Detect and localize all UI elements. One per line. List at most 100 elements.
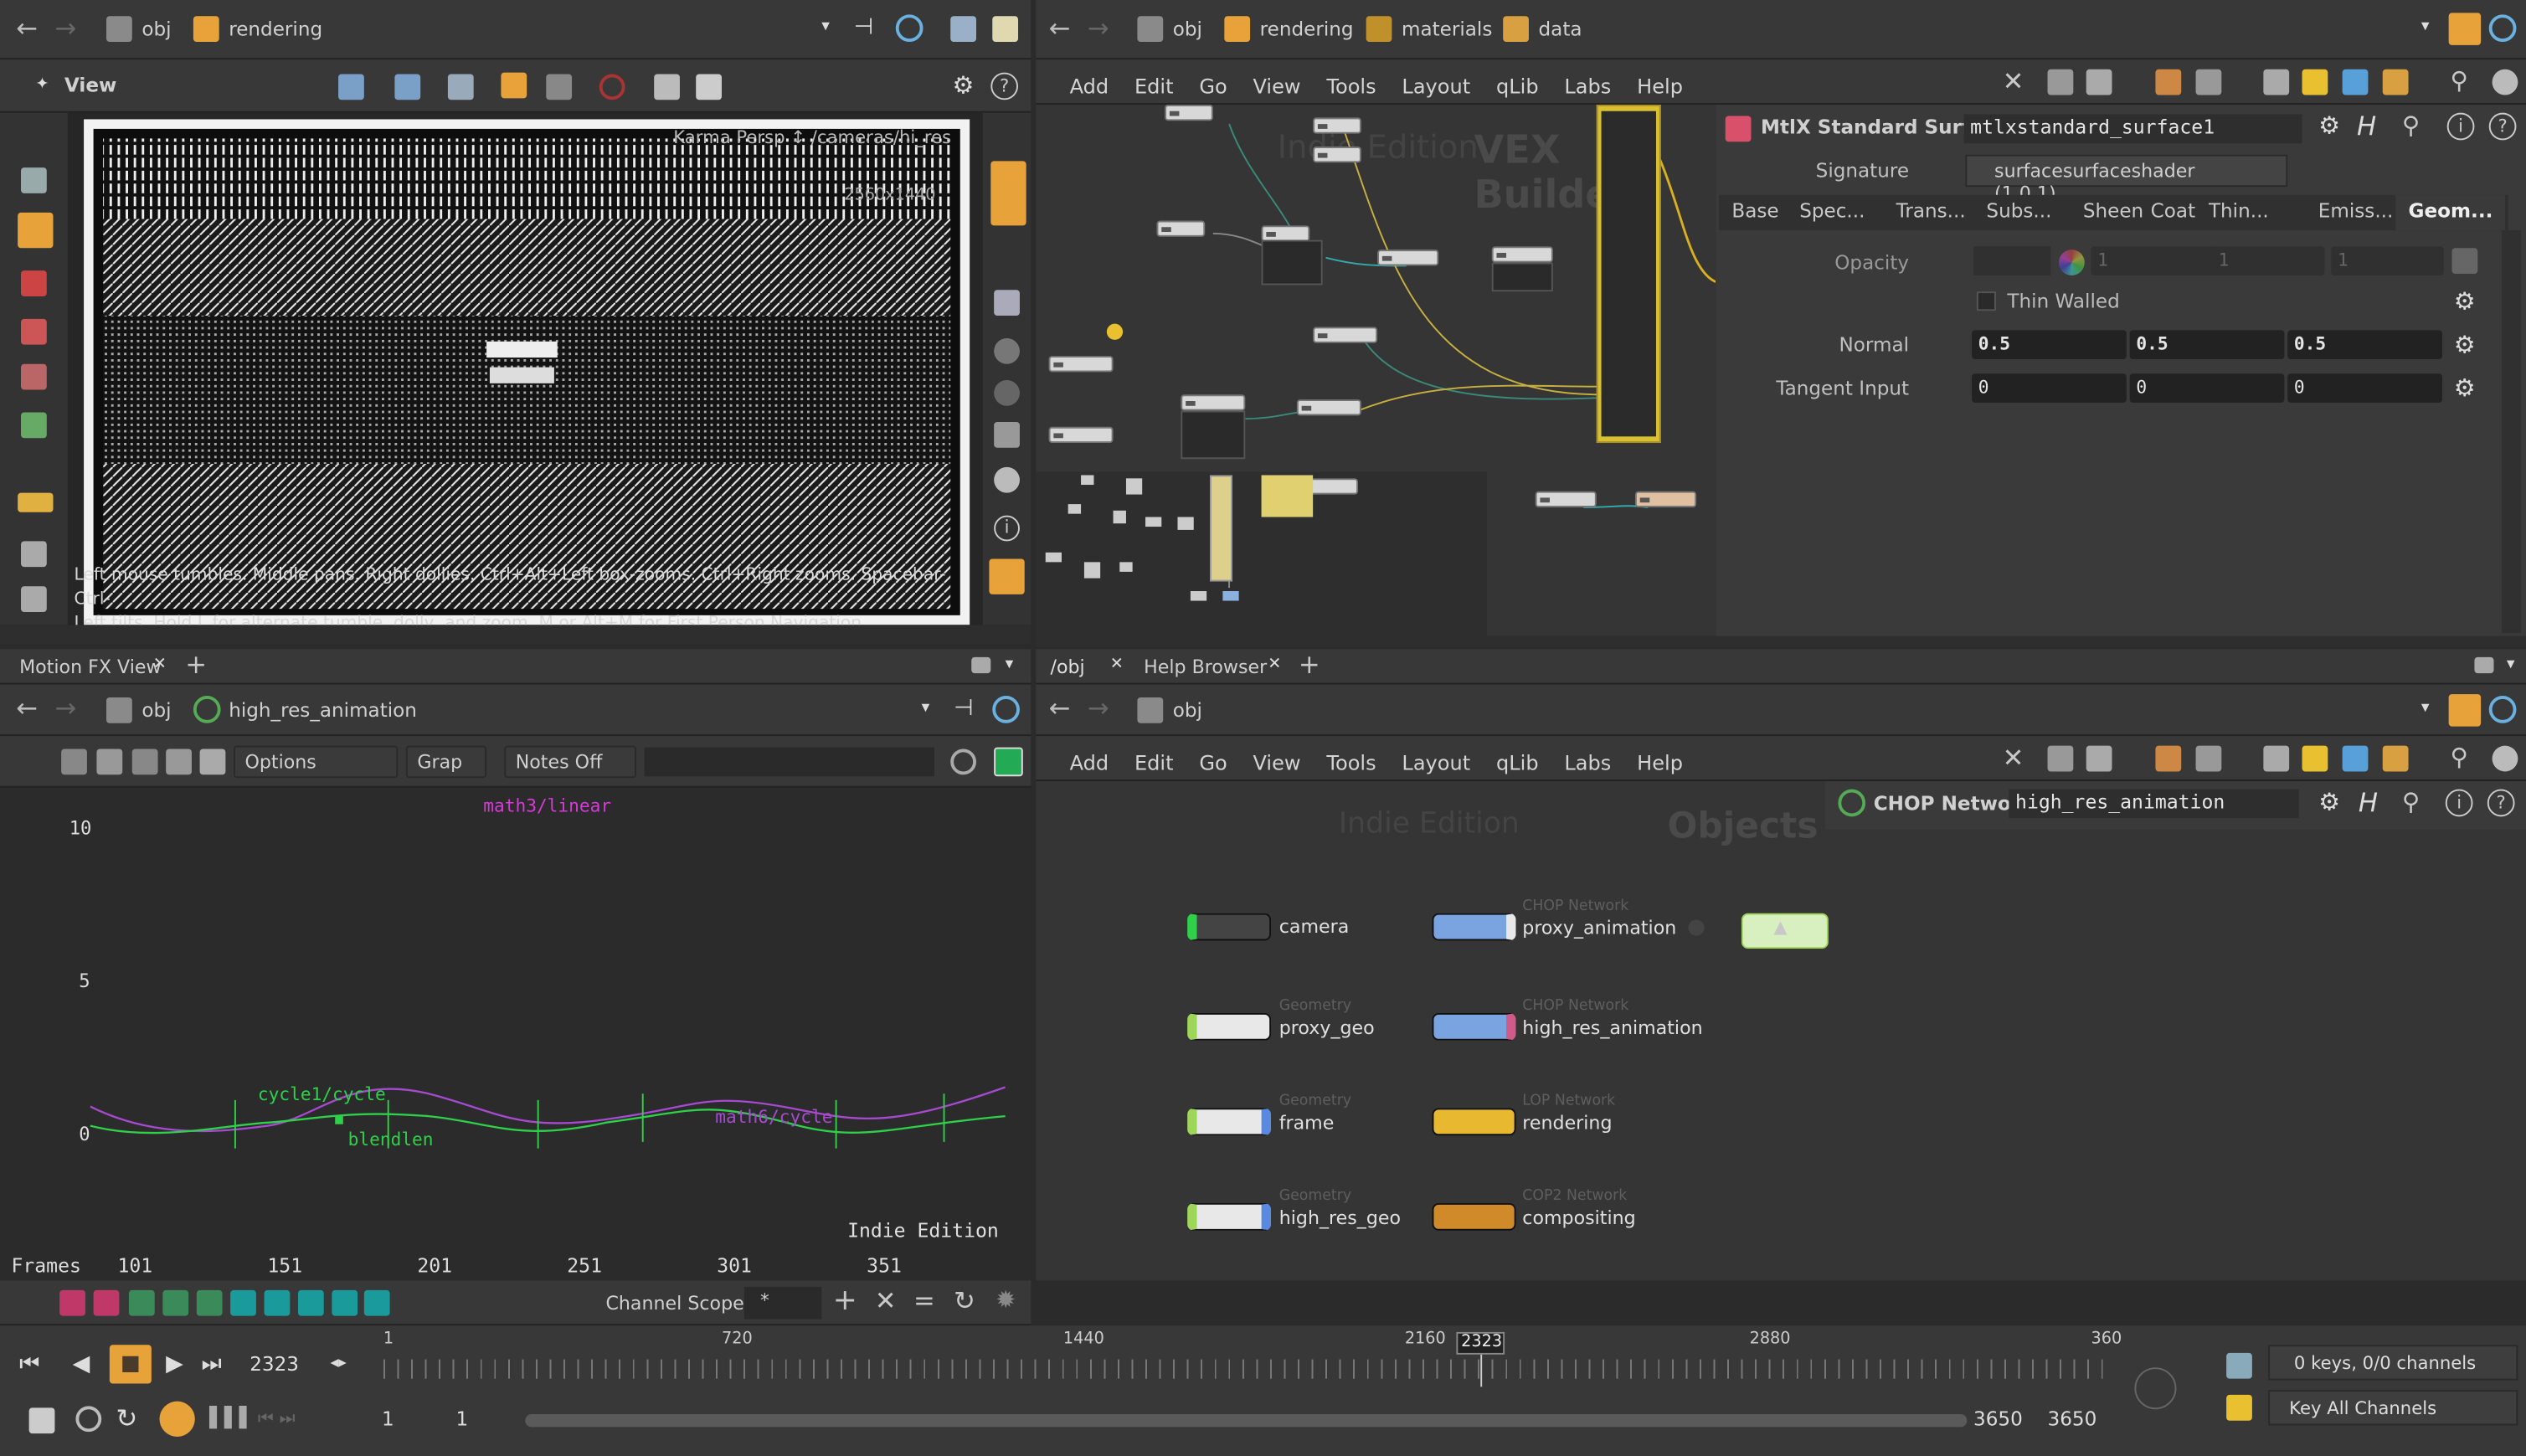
camera-icon[interactable]: [994, 290, 1020, 316]
panel-icon[interactable]: [2263, 69, 2290, 95]
handle-tool-icon[interactable]: [447, 74, 474, 100]
play-reverse-icon[interactable]: ◀: [73, 1351, 90, 1377]
tangent-z-field[interactable]: 0: [2287, 373, 2442, 403]
network-dot[interactable]: [1081, 475, 1094, 486]
menu-qlib[interactable]: qLib: [1496, 74, 1539, 98]
range-end-field[interactable]: 3650: [1973, 1407, 2023, 1430]
scale-icon[interactable]: [21, 363, 47, 390]
add-tab-icon[interactable]: +: [1299, 649, 1320, 680]
close-tab-icon[interactable]: ✕: [1268, 656, 1281, 673]
channel-color-icon[interactable]: [264, 1289, 291, 1316]
motionfx-graph[interactable]: 10 5 0 math3/linear cycle1/cycle blendle…: [0, 787, 1031, 1281]
menu-add[interactable]: Add: [1070, 750, 1109, 774]
channel-color-icon[interactable]: [297, 1289, 324, 1316]
eye-icon[interactable]: [994, 466, 1020, 493]
pin-icon[interactable]: [2448, 13, 2482, 45]
pane-menu-icon[interactable]: [2474, 656, 2494, 674]
menu-labs[interactable]: Labs: [1564, 750, 1611, 774]
info-icon[interactable]: i: [2446, 112, 2475, 141]
panel-icon[interactable]: [2263, 745, 2290, 772]
camera-view-icon[interactable]: [501, 72, 527, 99]
menu-edit[interactable]: Edit: [1134, 750, 1174, 774]
realtime-icon[interactable]: [28, 1407, 55, 1434]
pane-splitter[interactable]: [0, 625, 1031, 645]
link-icon[interactable]: [992, 696, 1020, 723]
record-icon[interactable]: [599, 74, 625, 100]
graph-dropdown[interactable]: Grap: [405, 745, 487, 779]
wrench-icon[interactable]: ✕: [2003, 66, 2024, 97]
link-icon[interactable]: [895, 14, 923, 43]
node-camera[interactable]: [1187, 913, 1272, 941]
cube-icon[interactable]: [950, 16, 977, 43]
network-dot[interactable]: [1222, 590, 1239, 601]
network-dot[interactable]: [1119, 562, 1133, 572]
tab-emission[interactable]: Emiss...: [2305, 200, 2405, 223]
select-tool-icon[interactable]: [338, 74, 364, 100]
channel-color-icon[interactable]: [196, 1289, 223, 1316]
keyframe-icon[interactable]: [2226, 1352, 2252, 1379]
sound-icon[interactable]: [75, 1406, 102, 1433]
path-rendering[interactable]: rendering: [229, 18, 322, 40]
print-icon[interactable]: [21, 586, 47, 613]
menu-tools[interactable]: Tools: [1326, 74, 1376, 98]
color-wheel-icon[interactable]: [2058, 250, 2085, 275]
tab-base[interactable]: Base: [1719, 200, 1792, 223]
houdini-help-icon[interactable]: H: [2357, 111, 2376, 142]
tab-obj[interactable]: /obj: [1051, 656, 1085, 678]
filter-field[interactable]: [644, 747, 934, 777]
network-dot[interactable]: [1045, 552, 1062, 563]
network-node[interactable]: [1165, 105, 1213, 121]
network-node[interactable]: [1156, 220, 1206, 237]
menu-labs[interactable]: Labs: [1564, 74, 1611, 98]
normal-x-field[interactable]: 0.5: [1972, 330, 2127, 359]
menu-layout[interactable]: Layout: [1402, 74, 1470, 98]
tab-geometry[interactable]: Geom...: [2395, 194, 2506, 231]
info-icon[interactable]: i: [2445, 789, 2473, 817]
menu-help[interactable]: Help: [1637, 74, 1683, 98]
channel-color-icon[interactable]: [162, 1289, 189, 1316]
menu-view[interactable]: View: [1253, 750, 1300, 774]
wrench-icon[interactable]: ✕: [2003, 743, 2024, 774]
range-start-field[interactable]: 1: [382, 1407, 394, 1430]
node-proxy-geo[interactable]: [1187, 1013, 1272, 1041]
tab-transmission[interactable]: Trans...: [1883, 200, 1978, 223]
refresh-icon[interactable]: ↻: [954, 1285, 975, 1316]
link-icon[interactable]: [2488, 14, 2517, 43]
notes-off-dropdown[interactable]: Notes Off: [504, 745, 637, 779]
sphere-icon[interactable]: [994, 337, 1020, 364]
step-icon[interactable]: ◂▸: [330, 1355, 346, 1372]
tangent-y-field[interactable]: 0: [2129, 373, 2285, 403]
tree-icon[interactable]: [2047, 745, 2074, 772]
tool-icon[interactable]: [96, 749, 123, 775]
eye-icon[interactable]: [2492, 69, 2518, 95]
handles-icon[interactable]: [21, 412, 47, 439]
tool-icon[interactable]: [61, 749, 87, 775]
path-obj[interactable]: obj: [141, 699, 171, 722]
forward-arrow-icon[interactable]: →: [1088, 692, 1109, 723]
box-icon[interactable]: [2382, 69, 2409, 95]
path-obj[interactable]: obj: [1173, 18, 1202, 40]
path-materials[interactable]: materials: [1402, 18, 1492, 40]
tab-help-browser[interactable]: Help Browser: [1144, 656, 1267, 678]
network-node[interactable]: [1535, 491, 1597, 507]
gear-icon[interactable]: ⚙: [2451, 288, 2477, 314]
pane-splitter[interactable]: [1036, 635, 2526, 648]
note-icon[interactable]: [2302, 745, 2328, 772]
path-data[interactable]: data: [1539, 18, 1582, 40]
path-high-res-animation[interactable]: high_res_animation: [229, 699, 417, 722]
display-options-icon[interactable]: [990, 161, 1026, 226]
opacity-r-field[interactable]: 1: [2091, 246, 2220, 275]
range-end-field-2[interactable]: 3650: [2048, 1407, 2097, 1430]
opacity-swatch[interactable]: [1973, 246, 2051, 275]
node-compositing[interactable]: [1432, 1203, 1516, 1231]
info-icon[interactable]: i: [994, 515, 1020, 542]
channel-link-icon[interactable]: [2451, 248, 2478, 275]
gear-icon[interactable]: ⚙: [2451, 375, 2477, 401]
box-icon[interactable]: [2382, 745, 2409, 772]
network-dot[interactable]: [1145, 517, 1162, 527]
home-icon[interactable]: [199, 749, 226, 775]
back-arrow-icon[interactable]: ←: [1049, 13, 1071, 44]
tool-icon[interactable]: [166, 749, 192, 775]
path-obj[interactable]: obj: [141, 18, 171, 40]
network-node[interactable]: [1181, 394, 1246, 411]
